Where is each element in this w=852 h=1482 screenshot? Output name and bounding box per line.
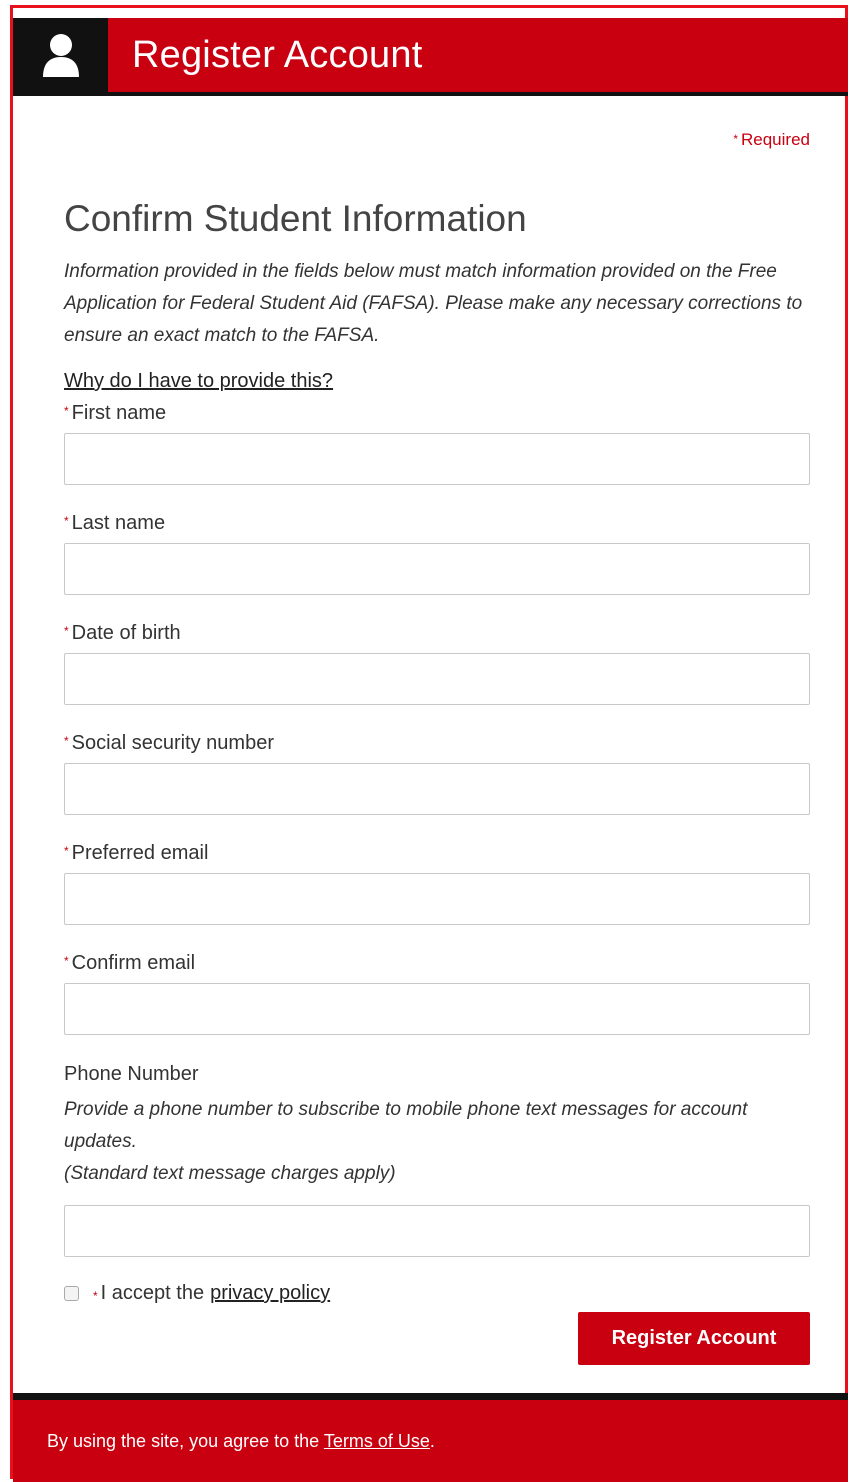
- required-star-icon: *: [64, 624, 69, 638]
- footer-text: By using the site, you agree to the Term…: [47, 1431, 435, 1452]
- phone-note: Provide a phone number to subscribe to m…: [64, 1094, 814, 1190]
- first-name-label-text: First name: [71, 402, 167, 424]
- email-input[interactable]: [64, 873, 810, 925]
- required-star-icon: *: [64, 954, 69, 968]
- required-note: * Required: [733, 130, 810, 150]
- required-star-icon: *: [64, 844, 69, 858]
- phone-label: Phone Number: [64, 1063, 199, 1085]
- privacy-checkbox[interactable]: [64, 1286, 79, 1301]
- confirm-email-label-text: Confirm email: [71, 952, 196, 974]
- first-name-input[interactable]: [64, 433, 810, 485]
- user-icon: [13, 18, 108, 92]
- section-title: Confirm Student Information: [64, 198, 527, 239]
- required-note-text: Required: [741, 130, 810, 149]
- required-star-icon: *: [64, 514, 69, 528]
- required-star-icon: *: [733, 132, 738, 146]
- privacy-text: I accept the: [100, 1282, 205, 1304]
- last-name-label: * Last name: [64, 512, 165, 535]
- page-footer: By using the site, you agree to the Term…: [13, 1393, 848, 1482]
- email-label-text: Preferred email: [71, 842, 209, 864]
- required-star-icon: *: [93, 1288, 98, 1303]
- first-name-label: * First name: [64, 402, 166, 425]
- dob-input[interactable]: [64, 653, 810, 705]
- footer-prefix: By using the site, you agree to the: [47, 1430, 320, 1451]
- terms-of-use-link[interactable]: Terms of Use: [324, 1431, 430, 1451]
- required-star-icon: *: [64, 734, 69, 748]
- phone-input[interactable]: [64, 1205, 810, 1257]
- email-label: * Preferred email: [64, 842, 208, 865]
- intro-text: Information provided in the fields below…: [64, 261, 803, 346]
- ssn-label: * Social security number: [64, 732, 274, 755]
- required-star-icon: *: [64, 404, 69, 418]
- header-title-box: Register Account: [108, 18, 848, 92]
- register-account-button[interactable]: Register Account: [578, 1312, 810, 1365]
- last-name-input[interactable]: [64, 543, 810, 595]
- phone-note-line2: (Standard text message charges apply): [64, 1163, 396, 1184]
- ssn-label-text: Social security number: [71, 732, 274, 754]
- footer-suffix: .: [429, 1430, 435, 1451]
- privacy-row: * I accept the privacy policy: [64, 1282, 330, 1305]
- dob-label: * Date of birth: [64, 622, 181, 645]
- last-name-label-text: Last name: [71, 512, 166, 534]
- page-header: Register Account: [13, 18, 848, 96]
- privacy-policy-link[interactable]: privacy policy: [210, 1282, 330, 1305]
- why-provide-link[interactable]: Why do I have to provide this?: [64, 370, 333, 393]
- page-title: Register Account: [132, 33, 423, 76]
- ssn-input[interactable]: [64, 763, 810, 815]
- dob-label-text: Date of birth: [71, 622, 181, 644]
- phone-note-line1: Provide a phone number to subscribe to m…: [64, 1099, 748, 1152]
- confirm-email-input[interactable]: [64, 983, 810, 1035]
- confirm-email-label: * Confirm email: [64, 952, 195, 975]
